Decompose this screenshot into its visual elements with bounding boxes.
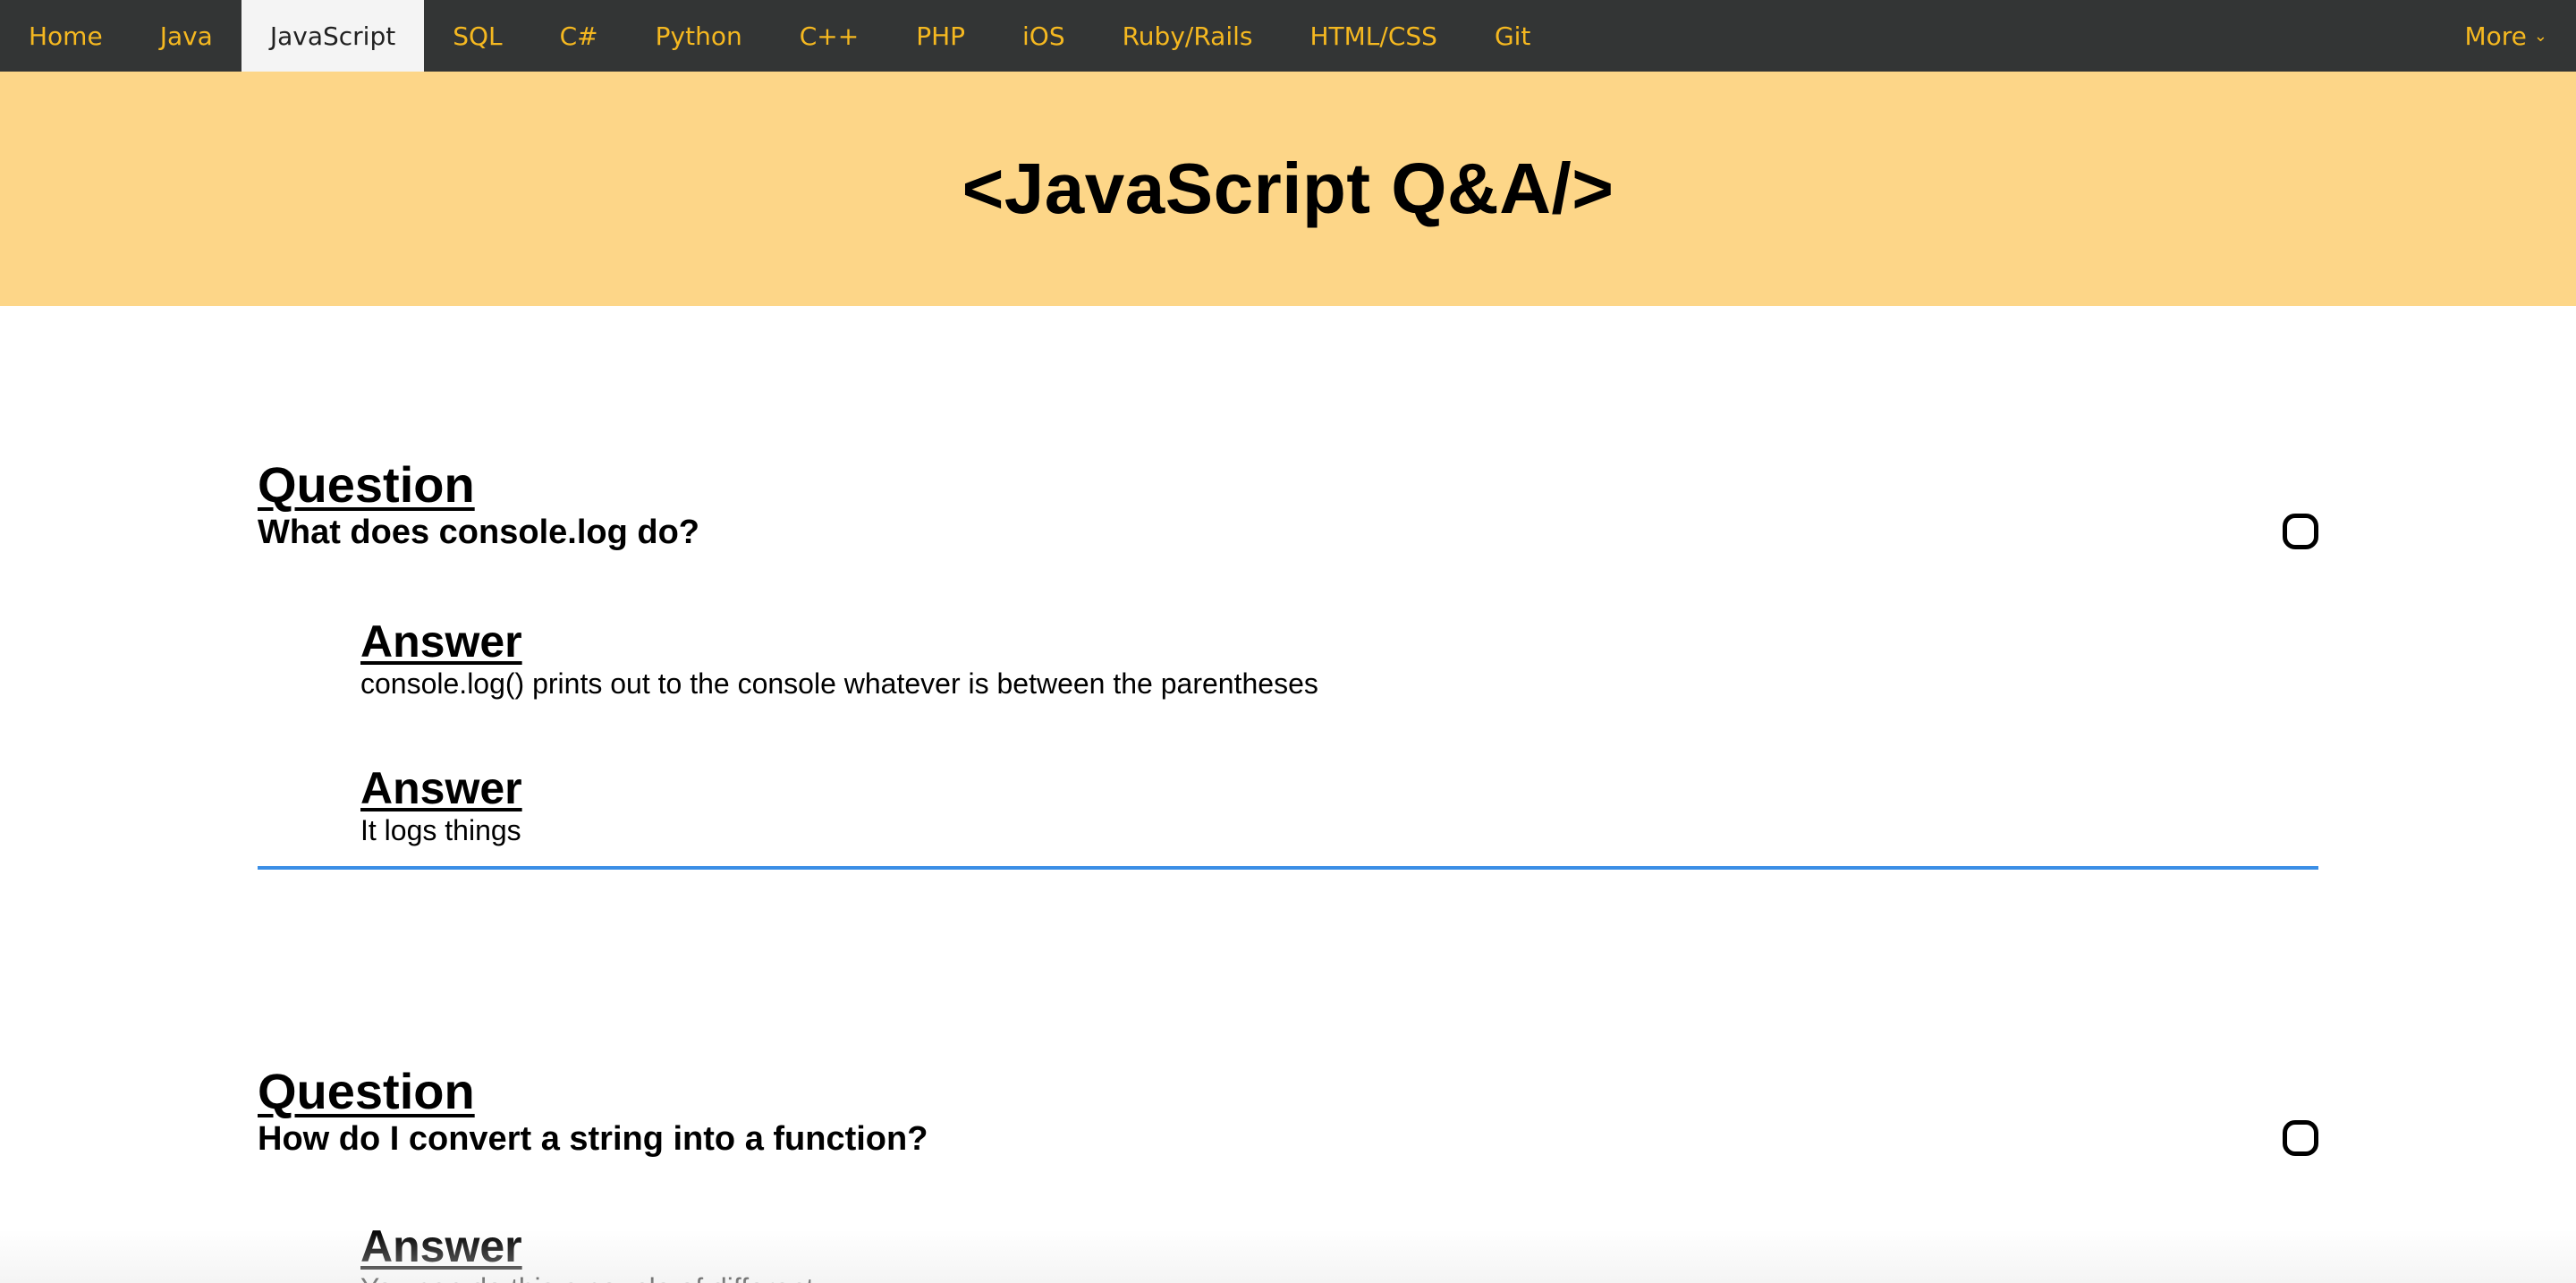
chevron-down-icon: ⌄ [2533,26,2547,46]
nav-item-home[interactable]: Home [0,0,131,72]
nav-item-php[interactable]: PHP [887,0,994,72]
question-divider [258,866,2318,870]
answer-item: Answer console.log() prints out to the c… [360,617,1318,701]
question-heading: Question [258,456,475,513]
question-text: What does console.log do? [258,514,699,551]
answer-heading: Answer [360,616,522,667]
nav-more-label: More [2464,21,2527,51]
nav-item-ruby-rails[interactable]: Ruby/Rails [1094,0,1282,72]
nav-item-python[interactable]: Python [627,0,771,72]
answer-text: console.log() prints out to the console … [360,667,1318,700]
page-title: <JavaScript Q&A/> [962,149,1614,228]
answer-heading: Answer [360,763,522,813]
top-navbar: Home Java JavaScript SQL C# Python C++ P… [0,0,2576,72]
answer-heading: Answer [360,1221,522,1271]
answer-item: Answer You can do this a couple of diffe… [360,1222,838,1283]
question-card: Question What does console.log do? Answe… [258,458,2318,870]
question-heading: Question [258,1065,475,1119]
nav-item-javascript[interactable]: JavaScript [241,0,425,72]
nav-item-csharp[interactable]: C# [531,0,627,72]
nav-item-java[interactable]: Java [131,0,242,72]
question-text: How do I convert a string into a functio… [258,1120,928,1158]
hero-banner: <JavaScript Q&A/> [0,72,2576,306]
answer-text: It logs things [360,814,521,846]
nav-item-sql[interactable]: SQL [424,0,530,72]
nav-item-html-css[interactable]: HTML/CSS [1281,0,1465,72]
nav-more-dropdown[interactable]: More ⌄ [2436,0,2576,72]
answer-item: Answer It logs things [360,764,522,848]
circle-icon[interactable] [2283,1120,2318,1156]
circle-icon[interactable] [2283,514,2318,549]
question-card: Question How do I convert a string into … [258,1065,2318,1283]
nav-item-ios[interactable]: iOS [994,0,1094,72]
nav-item-git[interactable]: Git [1466,0,1559,72]
answer-text: You can do this a couple of different... [360,1270,838,1283]
nav-item-cpp[interactable]: C++ [771,0,887,72]
